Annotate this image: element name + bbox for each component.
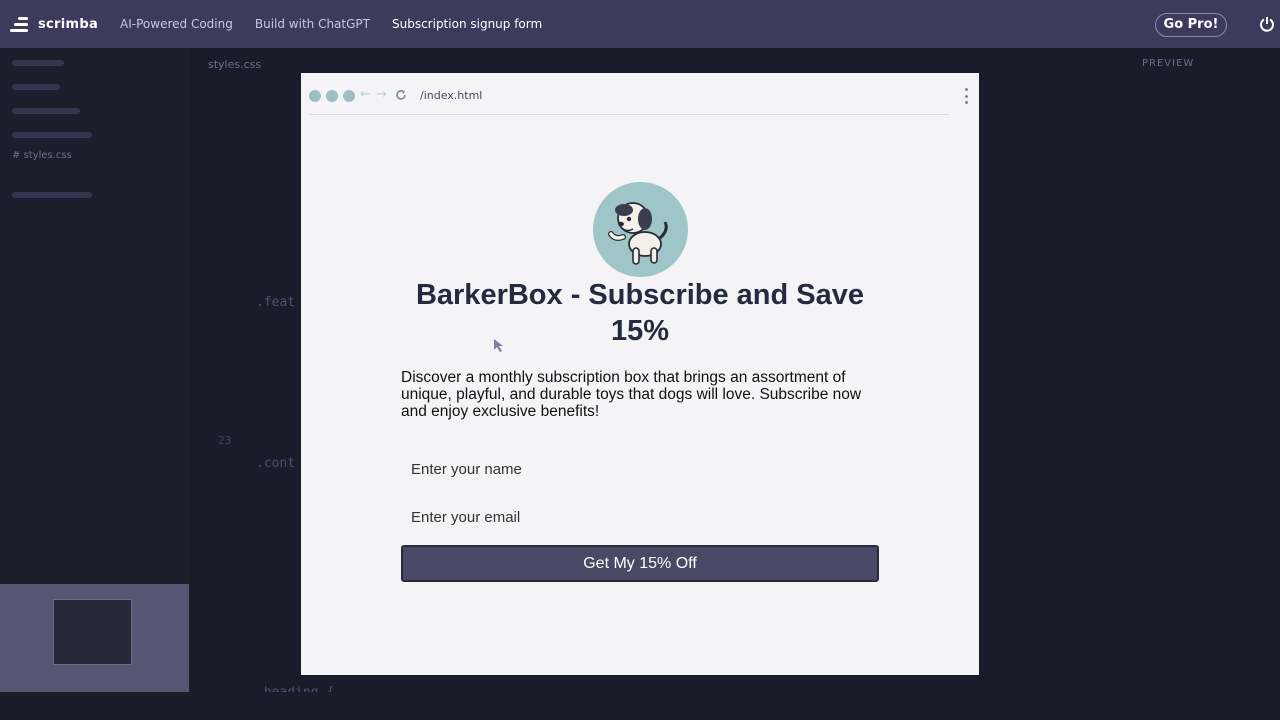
page-description: Discover a monthly subscription box that… (401, 369, 862, 420)
browser-toolbar: ← → /index.html (301, 73, 979, 117)
scrimba-logo[interactable]: scrimba (10, 14, 98, 34)
breadcrumb-module[interactable]: Build with ChatGPT (255, 17, 370, 31)
forward-arrow-icon[interactable]: → (376, 87, 387, 102)
name-input[interactable] (401, 451, 879, 487)
sidebar-placeholder-row (12, 132, 92, 138)
sidebar-placeholder-row (12, 108, 80, 114)
toolbar-divider (309, 114, 949, 115)
go-pro-button[interactable]: Go Pro! (1155, 13, 1227, 37)
sidebar-placeholder-row (12, 192, 92, 198)
get-discount-button[interactable]: Get My 15% Off (401, 545, 879, 582)
sidebar-file-styles[interactable]: # styles.css (12, 150, 72, 161)
breadcrumb-course[interactable]: AI-Powered Coding (120, 17, 233, 31)
breadcrumb-lesson[interactable]: Subscription signup form (392, 17, 542, 31)
window-dot-icon (309, 90, 321, 102)
video-thumbnail (53, 599, 132, 665)
back-arrow-icon[interactable]: ← (360, 87, 371, 102)
preview-tab[interactable]: PREVIEW (1142, 58, 1194, 69)
address-bar-url[interactable]: /index.html (420, 89, 482, 102)
preview-window: ← → /index.html BarkerBox - Subscribe an… (301, 73, 979, 675)
brand-name: scrimba (38, 16, 99, 32)
dog-illustration (593, 182, 688, 277)
mouse-cursor-icon (494, 339, 503, 352)
window-dot-icon (343, 90, 355, 102)
sidebar-placeholder-row (12, 60, 64, 66)
page-title: BarkerBox - Subscribe and Save 15% (415, 279, 865, 347)
email-input[interactable] (401, 499, 879, 535)
editor-tab-styles[interactable]: styles.css (208, 58, 261, 71)
reload-icon[interactable] (395, 89, 407, 101)
sidebar-placeholder-row (12, 84, 60, 90)
code-line[interactable]: .cont (256, 456, 295, 471)
scrimba-logo-icon (10, 14, 30, 34)
window-dot-icon (326, 90, 338, 102)
dog-icon (608, 202, 668, 265)
player-controls-bar (0, 692, 1280, 720)
line-number: 23 (218, 434, 232, 447)
power-icon[interactable] (1259, 16, 1275, 32)
more-options-icon[interactable] (965, 88, 969, 104)
top-nav-bar: scrimba AI-Powered Coding Build with Cha… (0, 0, 1280, 48)
code-line[interactable]: .feat (256, 295, 295, 310)
